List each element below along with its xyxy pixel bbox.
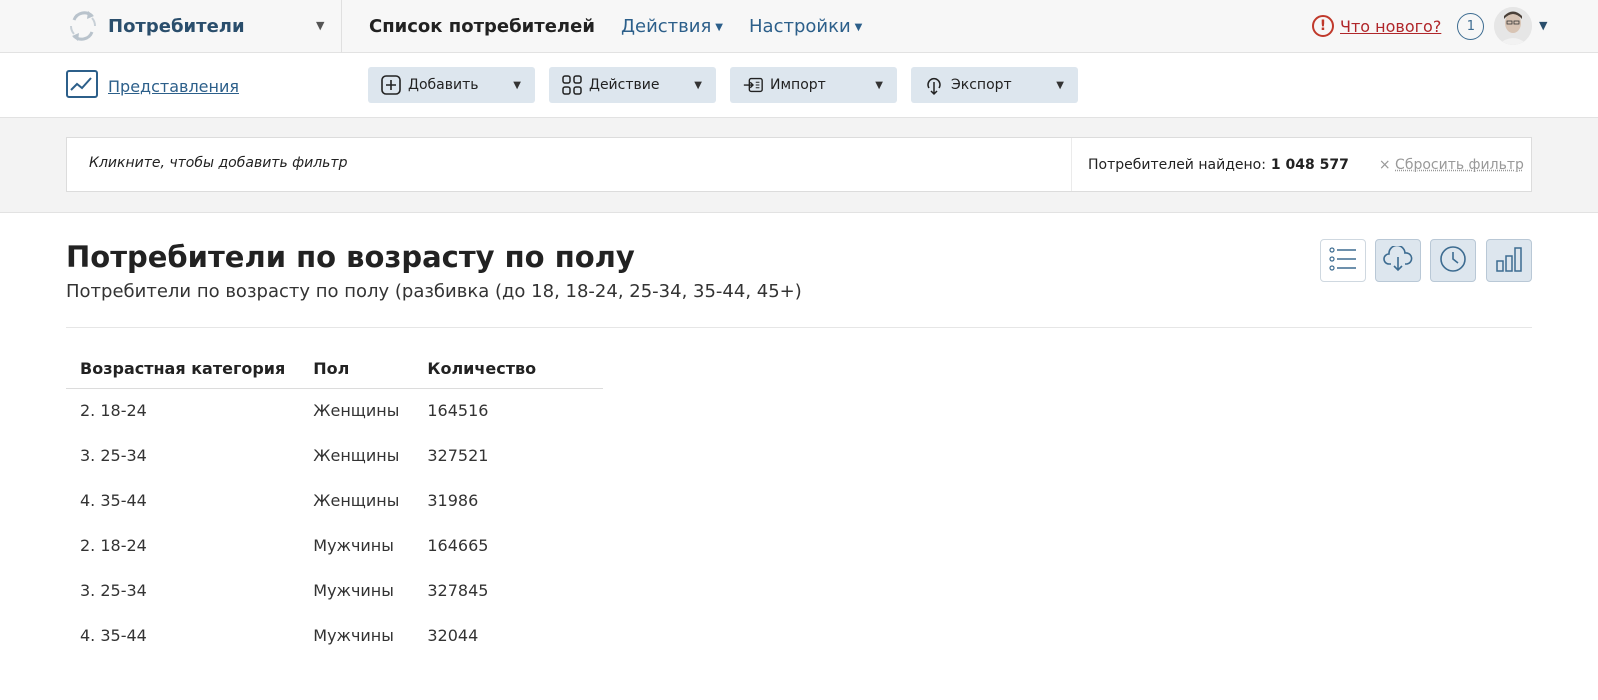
table-cell: Мужчины <box>313 536 394 555</box>
nav-consumer-list[interactable]: Список потребителей <box>369 16 595 37</box>
table-cell: 3. 25-34 <box>80 581 147 600</box>
table-row: 2. 18-24 Мужчины 164665 <box>66 523 603 568</box>
table-cell: 32044 <box>427 626 479 645</box>
reset-filter-label: Сбросить фильтр <box>1395 156 1524 173</box>
nav-actions-menu[interactable]: Действия ▼ <box>621 16 723 37</box>
data-table: Возрастная категория Пол Количество 2. 1… <box>66 350 604 658</box>
table-cell: Мужчины <box>313 581 394 600</box>
import-icon <box>742 74 764 96</box>
export-button-label: Экспорт <box>951 77 1012 93</box>
views-link[interactable]: Представления <box>66 70 239 102</box>
sync-logo-icon <box>66 6 100 46</box>
views-label: Представления <box>108 76 239 96</box>
filter-area: Кликните, чтобы добавить фильтр Потребит… <box>0 118 1598 213</box>
caret-down-icon: ▼ <box>1056 80 1064 91</box>
export-button[interactable]: Экспорт ▼ <box>911 67 1078 103</box>
column-header[interactable]: Возрастная категория <box>66 350 300 389</box>
schedule-button[interactable] <box>1430 239 1476 282</box>
table-cell: 327521 <box>427 446 489 465</box>
page-subtitle: Потребители по возрасту по полу (разбивк… <box>66 281 802 302</box>
app-switcher[interactable]: Потребители ▼ <box>66 6 336 46</box>
action-button-label: Действие <box>589 77 660 93</box>
chevron-down-icon[interactable]: ▼ <box>1539 19 1547 32</box>
column-header[interactable]: Пол <box>299 350 414 389</box>
table-cell: 31986 <box>427 491 479 510</box>
table-cell: Женщины <box>313 401 400 421</box>
found-count: 1 048 577 <box>1270 156 1349 173</box>
table-cell: 4. 35-44 <box>80 491 147 510</box>
table-header-row: Возрастная категория Пол Количество <box>66 350 604 389</box>
close-icon: × <box>1378 156 1391 173</box>
chevron-down-icon[interactable]: ▼ <box>316 19 324 32</box>
filter-summary: Потребителей найдено: 1 048 577 × Сброси… <box>1071 138 1533 191</box>
bar-chart-icon <box>1495 245 1523 277</box>
clock-icon <box>1439 245 1467 277</box>
reset-filter-button[interactable]: × Сбросить фильтр <box>1379 157 1524 173</box>
caret-down-icon: ▼ <box>854 21 863 33</box>
add-filter-input[interactable]: Кликните, чтобы добавить фильтр <box>89 155 347 171</box>
list-icon <box>1329 246 1357 276</box>
caret-down-icon: ▼ <box>875 80 883 91</box>
table-cell: 164516 <box>427 401 489 421</box>
cloud-download-icon <box>1383 244 1413 276</box>
table-row: 4. 35-44 Женщины 31986 <box>66 478 603 523</box>
table-row: 3. 25-34 Мужчины 327845 <box>66 568 603 613</box>
chart-line-icon <box>66 70 98 102</box>
table-row: 3. 25-34 Женщины 327521 <box>66 433 603 478</box>
found-label: Потребителей найдено: <box>1088 156 1266 173</box>
cloud-download-button[interactable] <box>1375 239 1421 282</box>
table-row: 4. 35-44 Мужчины 32044 <box>66 613 603 658</box>
add-button[interactable]: Добавить ▼ <box>368 67 535 103</box>
caret-down-icon: ▼ <box>513 80 521 91</box>
top-navbar: Потребители ▼ Список потребителей Действ… <box>0 0 1598 53</box>
table-cell: Женщины <box>313 446 400 465</box>
table-cell: 4. 35-44 <box>80 626 147 645</box>
plus-square-icon <box>380 74 402 96</box>
notification-badge[interactable]: 1 <box>1457 12 1485 40</box>
table-cell: 327845 <box>427 581 489 600</box>
import-button[interactable]: Импорт ▼ <box>730 67 897 103</box>
caret-down-icon: ▼ <box>694 80 702 91</box>
filter-box: Кликните, чтобы добавить фильтр Потребит… <box>66 137 1532 192</box>
table-cell: 2. 18-24 <box>80 401 147 421</box>
export-icon <box>923 74 945 96</box>
alert-circle-icon: ! <box>1312 15 1334 37</box>
divider <box>66 327 1532 328</box>
column-header[interactable]: Количество <box>413 350 604 389</box>
table-cell: Мужчины <box>313 626 394 645</box>
table-cell: 3. 25-34 <box>80 446 147 465</box>
table-cell: Женщины <box>313 491 400 510</box>
whats-new: ! Что нового? 1 <box>1312 12 1485 40</box>
nav-settings-menu[interactable]: Настройки ▼ <box>749 16 862 37</box>
add-button-label: Добавить <box>408 77 479 93</box>
whats-new-link[interactable]: Что нового? <box>1340 17 1441 36</box>
action-button[interactable]: Действие ▼ <box>549 67 716 103</box>
table-row: 2. 18-24 Женщины 164516 <box>66 388 603 433</box>
page-title: Потребители по возрасту по полу <box>66 240 635 274</box>
list-view-button[interactable] <box>1320 239 1366 282</box>
caret-down-icon: ▼ <box>715 21 723 33</box>
chart-view-button[interactable] <box>1486 239 1532 282</box>
toolbar: Представления Добавить ▼ Действие ▼ Импо… <box>0 53 1598 118</box>
table-cell: 164665 <box>427 536 489 555</box>
import-button-label: Импорт <box>770 77 826 93</box>
divider <box>341 0 342 53</box>
app-name: Потребители <box>108 15 245 37</box>
grid-icon <box>561 74 583 96</box>
table-cell: 2. 18-24 <box>80 536 147 555</box>
avatar[interactable] <box>1494 7 1532 45</box>
main-nav: Список потребителей Действия ▼ Настройки ▼ <box>369 0 862 53</box>
